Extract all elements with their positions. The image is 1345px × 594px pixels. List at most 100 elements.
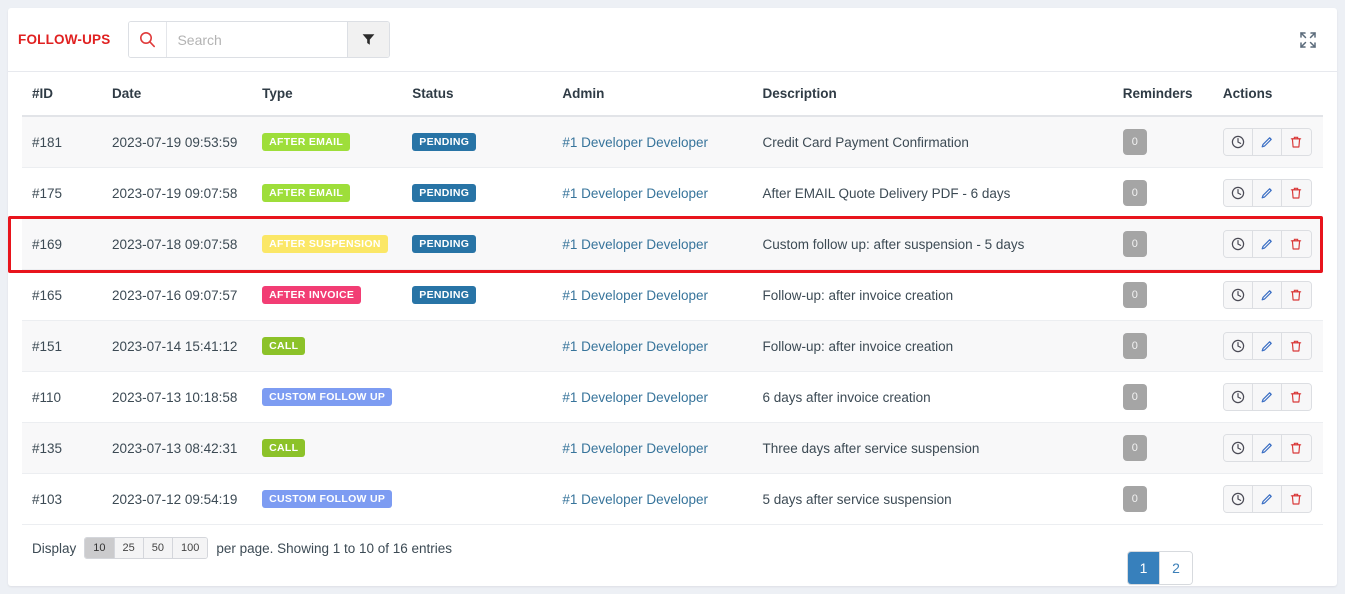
followups-table: #ID Date Type Status Admin Description R… bbox=[22, 72, 1323, 525]
cell-admin: #1 Developer Developer bbox=[552, 167, 753, 219]
clock-history-icon bbox=[1231, 186, 1245, 200]
pencil-edit-button[interactable] bbox=[1252, 384, 1282, 410]
trash-delete-button[interactable] bbox=[1281, 435, 1311, 461]
trash-delete-icon bbox=[1291, 493, 1302, 505]
clock-history-button[interactable] bbox=[1223, 129, 1253, 155]
page-button-1[interactable]: 1 bbox=[1128, 552, 1160, 584]
trash-delete-icon bbox=[1291, 442, 1302, 454]
pencil-edit-button[interactable] bbox=[1252, 231, 1282, 257]
cell-actions bbox=[1212, 116, 1323, 168]
trash-delete-button[interactable] bbox=[1281, 333, 1311, 359]
table-row[interactable]: #151 2023-07-14 15:41:12 CALL #1 Developer … bbox=[22, 320, 1323, 372]
trash-delete-icon bbox=[1291, 289, 1302, 301]
col-header-reminders[interactable]: Reminders bbox=[1112, 72, 1213, 117]
cell-description: Credit Card Payment Confirmation bbox=[752, 116, 1113, 168]
admin-link[interactable]: #1 Developer Developer bbox=[562, 390, 708, 405]
reminders-badge: 0 bbox=[1122, 333, 1147, 359]
page-length-25[interactable]: 25 bbox=[114, 538, 144, 558]
col-header-date[interactable]: Date bbox=[102, 72, 253, 117]
page-length-50[interactable]: 50 bbox=[143, 538, 174, 558]
admin-link[interactable]: #1 Developer Developer bbox=[562, 237, 708, 252]
pencil-edit-icon bbox=[1261, 239, 1272, 250]
cell-date: 2023-07-19 09:07:58 bbox=[102, 167, 253, 219]
col-header-actions: Actions bbox=[1212, 72, 1323, 117]
trash-delete-button[interactable] bbox=[1281, 486, 1311, 512]
table-row[interactable]: #169 2023-07-18 09:07:58 AFTER SUSPENSION P… bbox=[22, 218, 1323, 270]
clock-history-button[interactable] bbox=[1223, 486, 1253, 512]
clock-history-button[interactable] bbox=[1223, 384, 1253, 410]
pencil-edit-button[interactable] bbox=[1252, 180, 1282, 206]
table-row[interactable]: #181 2023-07-19 09:53:59 AFTER EMAIL PENDIN… bbox=[22, 116, 1323, 168]
trash-delete-icon bbox=[1291, 238, 1302, 250]
table-footer: Display 10 25 50 100 per page. Showing 1 to… bbox=[8, 525, 1337, 585]
table-row[interactable]: #110 2023-07-13 10:18:58 CUSTOM FOLLOW UP #… bbox=[22, 371, 1323, 423]
status-badge: PENDING bbox=[412, 285, 477, 305]
expand-fullscreen-button[interactable] bbox=[1297, 29, 1319, 51]
col-header-description[interactable]: Description bbox=[752, 72, 1113, 117]
trash-delete-button[interactable] bbox=[1281, 384, 1311, 410]
cell-reminders: 0 bbox=[1112, 320, 1213, 372]
reminders-badge: 0 bbox=[1122, 129, 1147, 155]
admin-link[interactable]: #1 Developer Developer bbox=[562, 186, 708, 201]
page-button-2[interactable]: 2 bbox=[1160, 552, 1192, 584]
reminders-badge: 0 bbox=[1122, 384, 1147, 410]
admin-link[interactable]: #1 Developer Developer bbox=[562, 492, 708, 507]
trash-delete-button[interactable] bbox=[1281, 231, 1311, 257]
clock-history-button[interactable] bbox=[1223, 231, 1253, 257]
col-header-admin[interactable]: Admin bbox=[552, 72, 753, 117]
clock-history-button[interactable] bbox=[1223, 435, 1253, 461]
clock-history-icon bbox=[1231, 441, 1245, 455]
clock-history-button[interactable] bbox=[1223, 282, 1253, 308]
pencil-edit-icon bbox=[1261, 392, 1272, 403]
pencil-edit-button[interactable] bbox=[1252, 333, 1282, 359]
table-row[interactable]: #165 2023-07-16 09:07:57 AFTER INVOICE PEND… bbox=[22, 269, 1323, 321]
cell-status: PENDING bbox=[402, 218, 553, 270]
cell-date: 2023-07-13 10:18:58 bbox=[102, 371, 253, 423]
cell-status bbox=[402, 422, 553, 474]
type-badge: AFTER INVOICE bbox=[262, 285, 362, 305]
pencil-edit-icon bbox=[1261, 290, 1272, 301]
admin-link[interactable]: #1 Developer Developer bbox=[562, 135, 708, 150]
trash-delete-button[interactable] bbox=[1281, 282, 1311, 308]
page-length-group: 10 25 50 100 bbox=[84, 537, 209, 559]
filter-button[interactable] bbox=[347, 22, 390, 57]
cell-reminders: 0 bbox=[1112, 116, 1213, 168]
page-length-100[interactable]: 100 bbox=[173, 538, 208, 558]
pencil-edit-button[interactable] bbox=[1252, 486, 1282, 512]
pencil-edit-icon bbox=[1261, 341, 1272, 352]
trash-delete-button[interactable] bbox=[1281, 129, 1311, 155]
search-icon[interactable] bbox=[129, 22, 168, 57]
cell-reminders: 0 bbox=[1112, 269, 1213, 321]
trash-delete-button[interactable] bbox=[1281, 180, 1311, 206]
admin-link[interactable]: #1 Developer Developer bbox=[562, 288, 708, 303]
cell-reminders: 0 bbox=[1112, 167, 1213, 219]
col-header-id[interactable]: #ID bbox=[22, 72, 103, 117]
table-row[interactable]: #135 2023-07-13 08:42:31 CALL #1 Developer … bbox=[22, 422, 1323, 474]
display-length-control: Display 10 25 50 100 per page. Showing 1 to… bbox=[32, 537, 452, 559]
display-label: Display bbox=[32, 540, 77, 556]
cell-id: #103 bbox=[22, 473, 103, 525]
clock-history-button[interactable] bbox=[1223, 333, 1253, 359]
admin-link[interactable]: #1 Developer Developer bbox=[562, 441, 708, 456]
col-header-type[interactable]: Type bbox=[252, 72, 403, 117]
table-row[interactable]: #175 2023-07-19 09:07:58 AFTER EMAIL PENDIN… bbox=[22, 167, 1323, 219]
pencil-edit-button[interactable] bbox=[1252, 129, 1282, 155]
expand-fullscreen-icon bbox=[1300, 31, 1316, 48]
cell-type: AFTER INVOICE bbox=[252, 269, 403, 321]
search-input[interactable] bbox=[167, 22, 348, 57]
page-length-10[interactable]: 10 bbox=[85, 538, 115, 558]
pencil-edit-button[interactable] bbox=[1252, 282, 1282, 308]
table-row[interactable]: #103 2023-07-12 09:54:19 CUSTOM FOLLOW UP #… bbox=[22, 473, 1323, 525]
col-header-status[interactable]: Status bbox=[402, 72, 553, 117]
action-button-group bbox=[1222, 179, 1312, 207]
cell-admin: #1 Developer Developer bbox=[552, 422, 753, 474]
cell-date: 2023-07-13 08:42:31 bbox=[102, 422, 253, 474]
cell-description: Custom follow up: after suspension - 5 d… bbox=[752, 218, 1113, 270]
status-badge: PENDING bbox=[412, 132, 477, 152]
clock-history-icon bbox=[1231, 390, 1245, 404]
pencil-edit-button[interactable] bbox=[1252, 435, 1282, 461]
cell-date: 2023-07-12 09:54:19 bbox=[102, 473, 253, 525]
clock-history-button[interactable] bbox=[1223, 180, 1253, 206]
admin-link[interactable]: #1 Developer Developer bbox=[562, 339, 708, 354]
cell-type: AFTER EMAIL bbox=[252, 116, 403, 168]
